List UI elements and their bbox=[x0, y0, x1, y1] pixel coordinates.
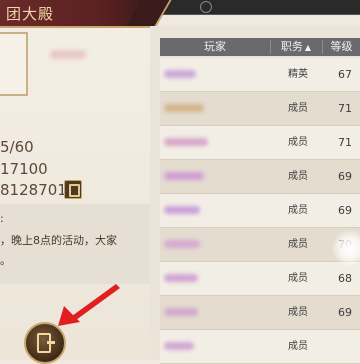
member-row[interactable]: 成员 bbox=[160, 330, 360, 364]
member-table-header: 玩家 职务 ▲ 等级 bbox=[160, 38, 360, 56]
member-row[interactable]: 精英 67 bbox=[160, 58, 360, 92]
header-role-cell[interactable]: 职务 ▲ bbox=[271, 38, 321, 56]
player-name-blurred bbox=[164, 342, 194, 350]
hall-title: 团大殿 bbox=[6, 5, 55, 23]
header-role: 职务 bbox=[280, 40, 303, 53]
member-level bbox=[330, 330, 360, 363]
member-level: 68 bbox=[338, 272, 352, 285]
member-level: 69 bbox=[338, 170, 352, 183]
guild-name-blurred bbox=[50, 50, 86, 59]
guild-notice: : ，晚上8点的活动，大家 。 bbox=[0, 204, 150, 284]
red-arrow-annotation bbox=[58, 284, 120, 326]
member-role: 成员 bbox=[288, 341, 308, 352]
member-role: 成员 bbox=[288, 307, 308, 318]
header-level[interactable]: 等级 bbox=[323, 38, 360, 56]
member-level: 69 bbox=[338, 306, 352, 319]
guild-crest-frame bbox=[0, 32, 28, 96]
notice-line: : bbox=[0, 212, 4, 225]
member-role: 精英 bbox=[288, 69, 308, 80]
top-circle-icon[interactable] bbox=[200, 1, 212, 13]
player-name-blurred bbox=[164, 138, 208, 146]
member-row[interactable]: 成员 68 bbox=[160, 262, 360, 296]
member-list-panel: 玩家 职务▲ 等级 精英67成员71成员71成员69成员69成员70成员68成员… bbox=[150, 26, 360, 364]
player-name-blurred bbox=[164, 172, 204, 180]
member-role: 成员 bbox=[288, 103, 308, 114]
member-level: 69 bbox=[338, 204, 352, 217]
member-level: 71 bbox=[338, 102, 352, 115]
player-name-blurred bbox=[164, 240, 200, 248]
touch-highlight bbox=[332, 230, 360, 266]
member-row[interactable]: 成员 69 bbox=[160, 160, 360, 194]
copy-icon[interactable] bbox=[64, 180, 82, 199]
member-role: 成员 bbox=[288, 205, 308, 216]
player-name-blurred bbox=[164, 104, 204, 112]
member-row[interactable]: 成员 71 bbox=[160, 92, 360, 126]
hall-header: 团大殿 bbox=[0, 0, 172, 28]
member-role: 成员 bbox=[288, 239, 308, 250]
notice-line: ，晚上8点的活动，大家 bbox=[0, 234, 117, 247]
member-row[interactable]: 成员70 bbox=[160, 228, 360, 262]
member-row[interactable]: 成员 69 bbox=[160, 194, 360, 228]
player-name-blurred bbox=[164, 206, 200, 214]
guild-funds: 17100 bbox=[0, 160, 48, 178]
member-role: 成员 bbox=[288, 137, 308, 148]
player-name-blurred bbox=[164, 274, 198, 282]
member-level: 67 bbox=[338, 68, 352, 81]
header-player[interactable]: 玩家 bbox=[160, 38, 270, 56]
member-role: 成员 bbox=[288, 171, 308, 182]
player-name-blurred bbox=[164, 70, 196, 78]
hall-info-panel: 团大殿 5/60 17100 81287017 : ，晚上8点的活动，大家 。 bbox=[0, 0, 172, 364]
sort-up-icon: ▲ bbox=[304, 43, 312, 52]
notice-line: 。 bbox=[0, 254, 11, 267]
member-row[interactable]: 成员 71 bbox=[160, 126, 360, 160]
member-count: 5/60 bbox=[0, 138, 34, 156]
member-role: 成员 bbox=[288, 273, 308, 284]
player-name-blurred bbox=[164, 308, 198, 316]
member-level: 71 bbox=[338, 136, 352, 149]
exit-door-icon bbox=[37, 333, 55, 353]
member-row[interactable]: 成员 69 bbox=[160, 296, 360, 330]
